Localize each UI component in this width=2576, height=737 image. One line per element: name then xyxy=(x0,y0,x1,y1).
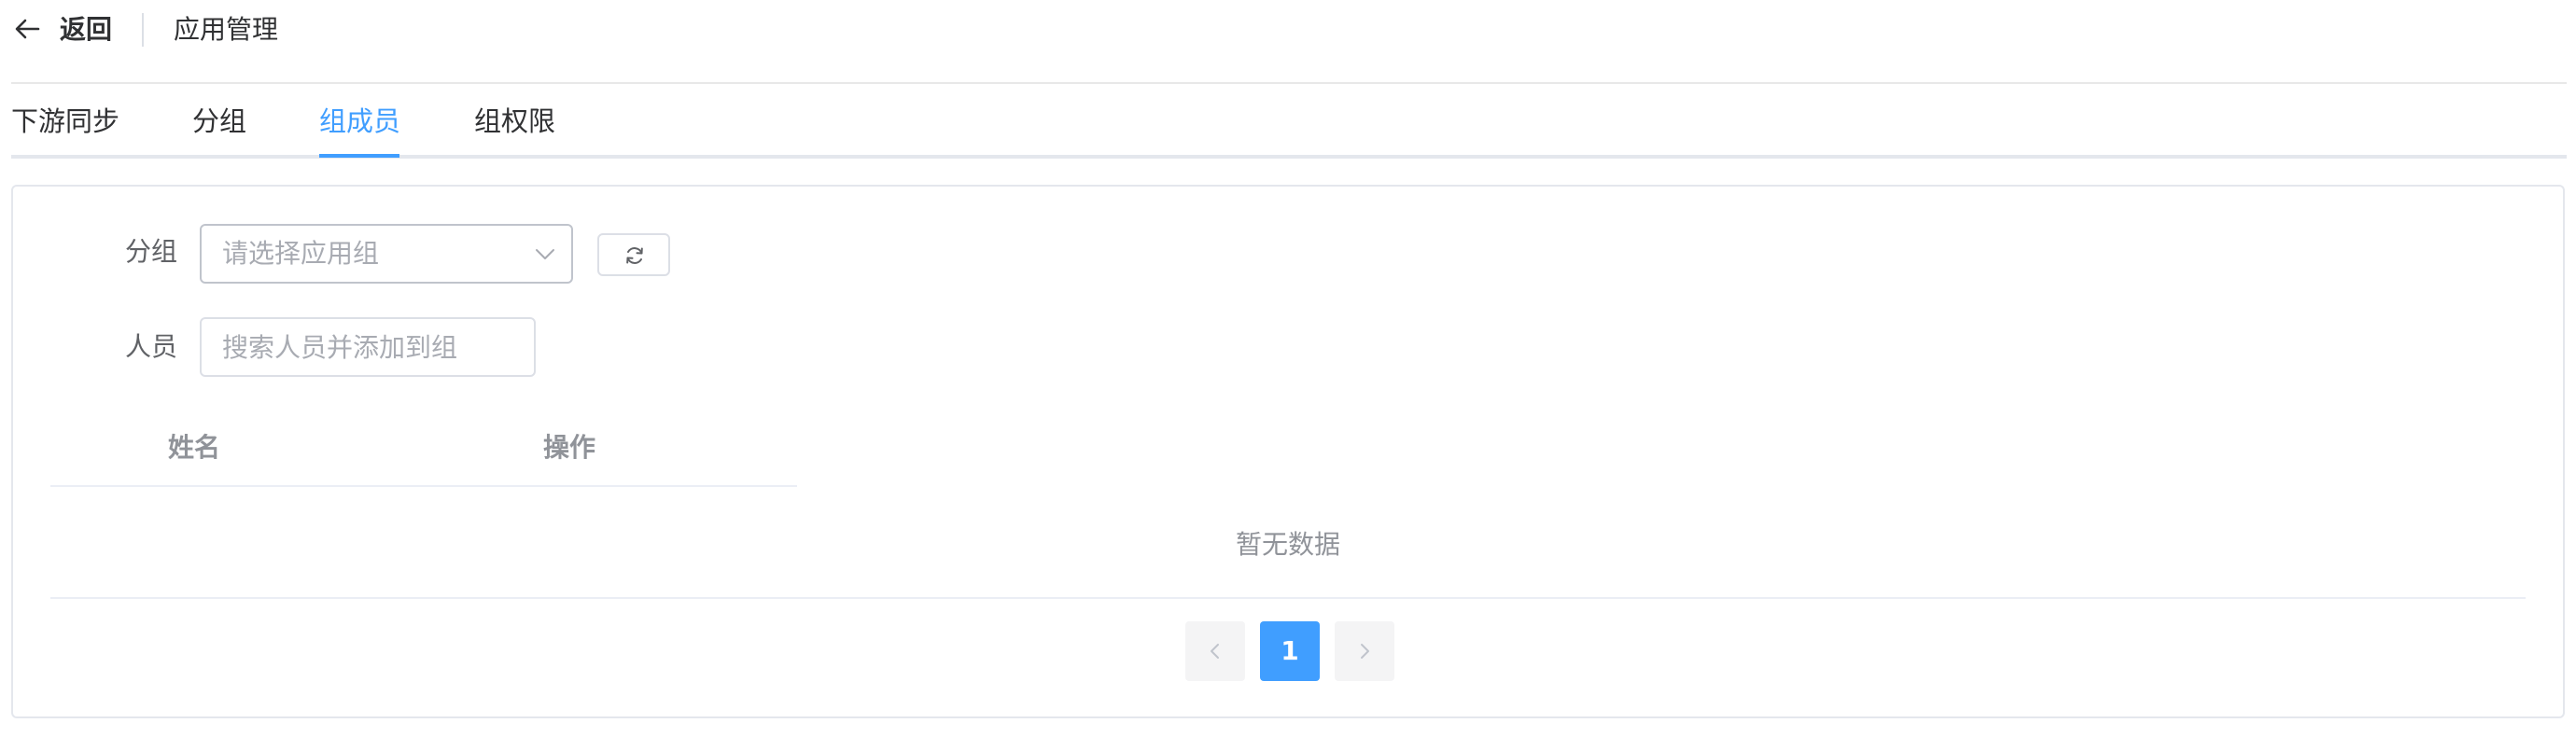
person-search-input[interactable] xyxy=(202,319,534,375)
person-label: 人员 xyxy=(125,331,178,362)
group-select[interactable]: 请选择应用组 xyxy=(200,224,573,284)
group-select-placeholder: 请选择应用组 xyxy=(222,238,380,269)
tab-groups[interactable]: 分组 xyxy=(192,103,246,140)
chevron-down-icon xyxy=(536,249,554,259)
chevron-right-icon xyxy=(1361,644,1369,659)
table-bottom-divider xyxy=(50,597,2526,599)
group-members-panel: 分组 请选择应用组 人员 姓名 操作 暂无数据 1 xyxy=(11,185,2565,718)
chevron-left-icon xyxy=(1211,644,1219,659)
group-label: 分组 xyxy=(125,236,178,267)
back-arrow-icon[interactable] xyxy=(13,15,41,43)
column-header-name: 姓名 xyxy=(168,432,221,463)
person-search-field xyxy=(200,317,536,377)
table-header-divider xyxy=(50,485,797,487)
tab-group-permissions[interactable]: 组权限 xyxy=(474,103,555,140)
empty-state-text: 暂无数据 xyxy=(1235,529,1340,560)
prev-page-button[interactable] xyxy=(1185,621,1245,681)
tab-group-members[interactable]: 组成员 xyxy=(319,103,400,140)
active-tab-indicator xyxy=(319,154,399,158)
page-title: 应用管理 xyxy=(174,14,279,45)
page-header: 返回 应用管理 xyxy=(0,0,2576,60)
refresh-icon xyxy=(626,247,643,264)
back-button[interactable]: 返回 xyxy=(60,11,112,49)
page-number-current[interactable]: 1 xyxy=(1260,621,1320,681)
next-page-button[interactable] xyxy=(1335,621,1394,681)
refresh-button[interactable] xyxy=(597,233,670,276)
tab-bar: 下游同步 分组 组成员 组权限 xyxy=(11,93,2567,160)
column-header-actions: 操作 xyxy=(543,432,596,463)
header-divider-line xyxy=(11,82,2567,84)
header-divider xyxy=(142,13,144,47)
tab-downstream-sync[interactable]: 下游同步 xyxy=(11,103,119,140)
